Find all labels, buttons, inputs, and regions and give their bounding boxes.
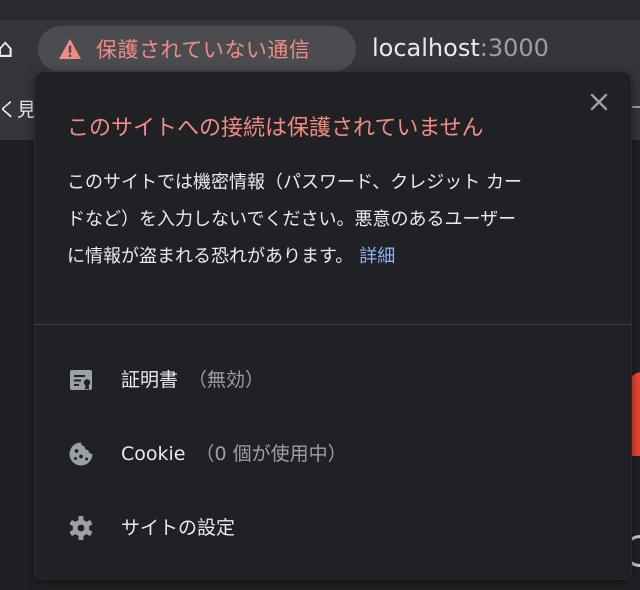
warning-icon xyxy=(59,39,81,59)
home-icon[interactable]: ⌂ xyxy=(0,36,14,62)
site-settings-label: サイトの設定 xyxy=(121,516,236,539)
certificate-text: 証明書 xyxy=(121,368,179,391)
certificate-row[interactable]: 証明書 （無効） xyxy=(35,348,631,408)
description-line: ドなど）を入力しないでください。悪意のあるユーザー xyxy=(67,209,517,230)
popup-divider xyxy=(35,324,631,325)
site-settings-row[interactable]: サイトの設定 xyxy=(35,496,631,556)
cookie-icon xyxy=(69,442,93,466)
certificate-status: （無効） xyxy=(188,368,265,391)
bookmark-separator xyxy=(630,106,640,108)
description-line: に情報が盗まれる恐れがあります。 詳細 xyxy=(67,238,607,275)
cookie-row[interactable]: Cookie （0 個が使用中） xyxy=(35,422,631,482)
address-bar-url[interactable]: localhost:3000 xyxy=(372,34,549,62)
cookie-count: （0 個が使用中） xyxy=(195,442,347,465)
site-info-popup: このサイトへの接続は保護されていません このサイトでは機密情報（パスワード、クレ… xyxy=(35,72,631,579)
certificate-icon xyxy=(70,370,92,390)
site-security-chip[interactable]: 保護されていない通信 xyxy=(38,26,356,72)
close-icon[interactable] xyxy=(587,90,611,114)
description-text: に情報が盗まれる恐れがあります。 xyxy=(67,246,354,267)
description-line: このサイトでは機密情報（パスワード、クレジット カー xyxy=(67,172,522,193)
window-top-strip xyxy=(0,0,640,20)
popup-description: このサイトでは機密情報（パスワード、クレジット カー ドなど）を入力しないでくだ… xyxy=(67,164,607,275)
cookie-label: Cookie （0 個が使用中） xyxy=(121,439,347,466)
cookie-text: Cookie xyxy=(121,442,186,465)
details-link[interactable]: 詳細 xyxy=(359,246,395,267)
gear-icon xyxy=(69,516,93,540)
certificate-label: 証明書 （無効） xyxy=(121,365,264,392)
url-host: localhost xyxy=(372,34,480,62)
url-port: :3000 xyxy=(479,34,549,62)
security-status-label: 保護されていない通信 xyxy=(96,38,311,62)
bookmark-item-partial[interactable]: く見 xyxy=(0,95,36,122)
popup-title: このサイトへの接続は保護されていません xyxy=(67,116,484,141)
